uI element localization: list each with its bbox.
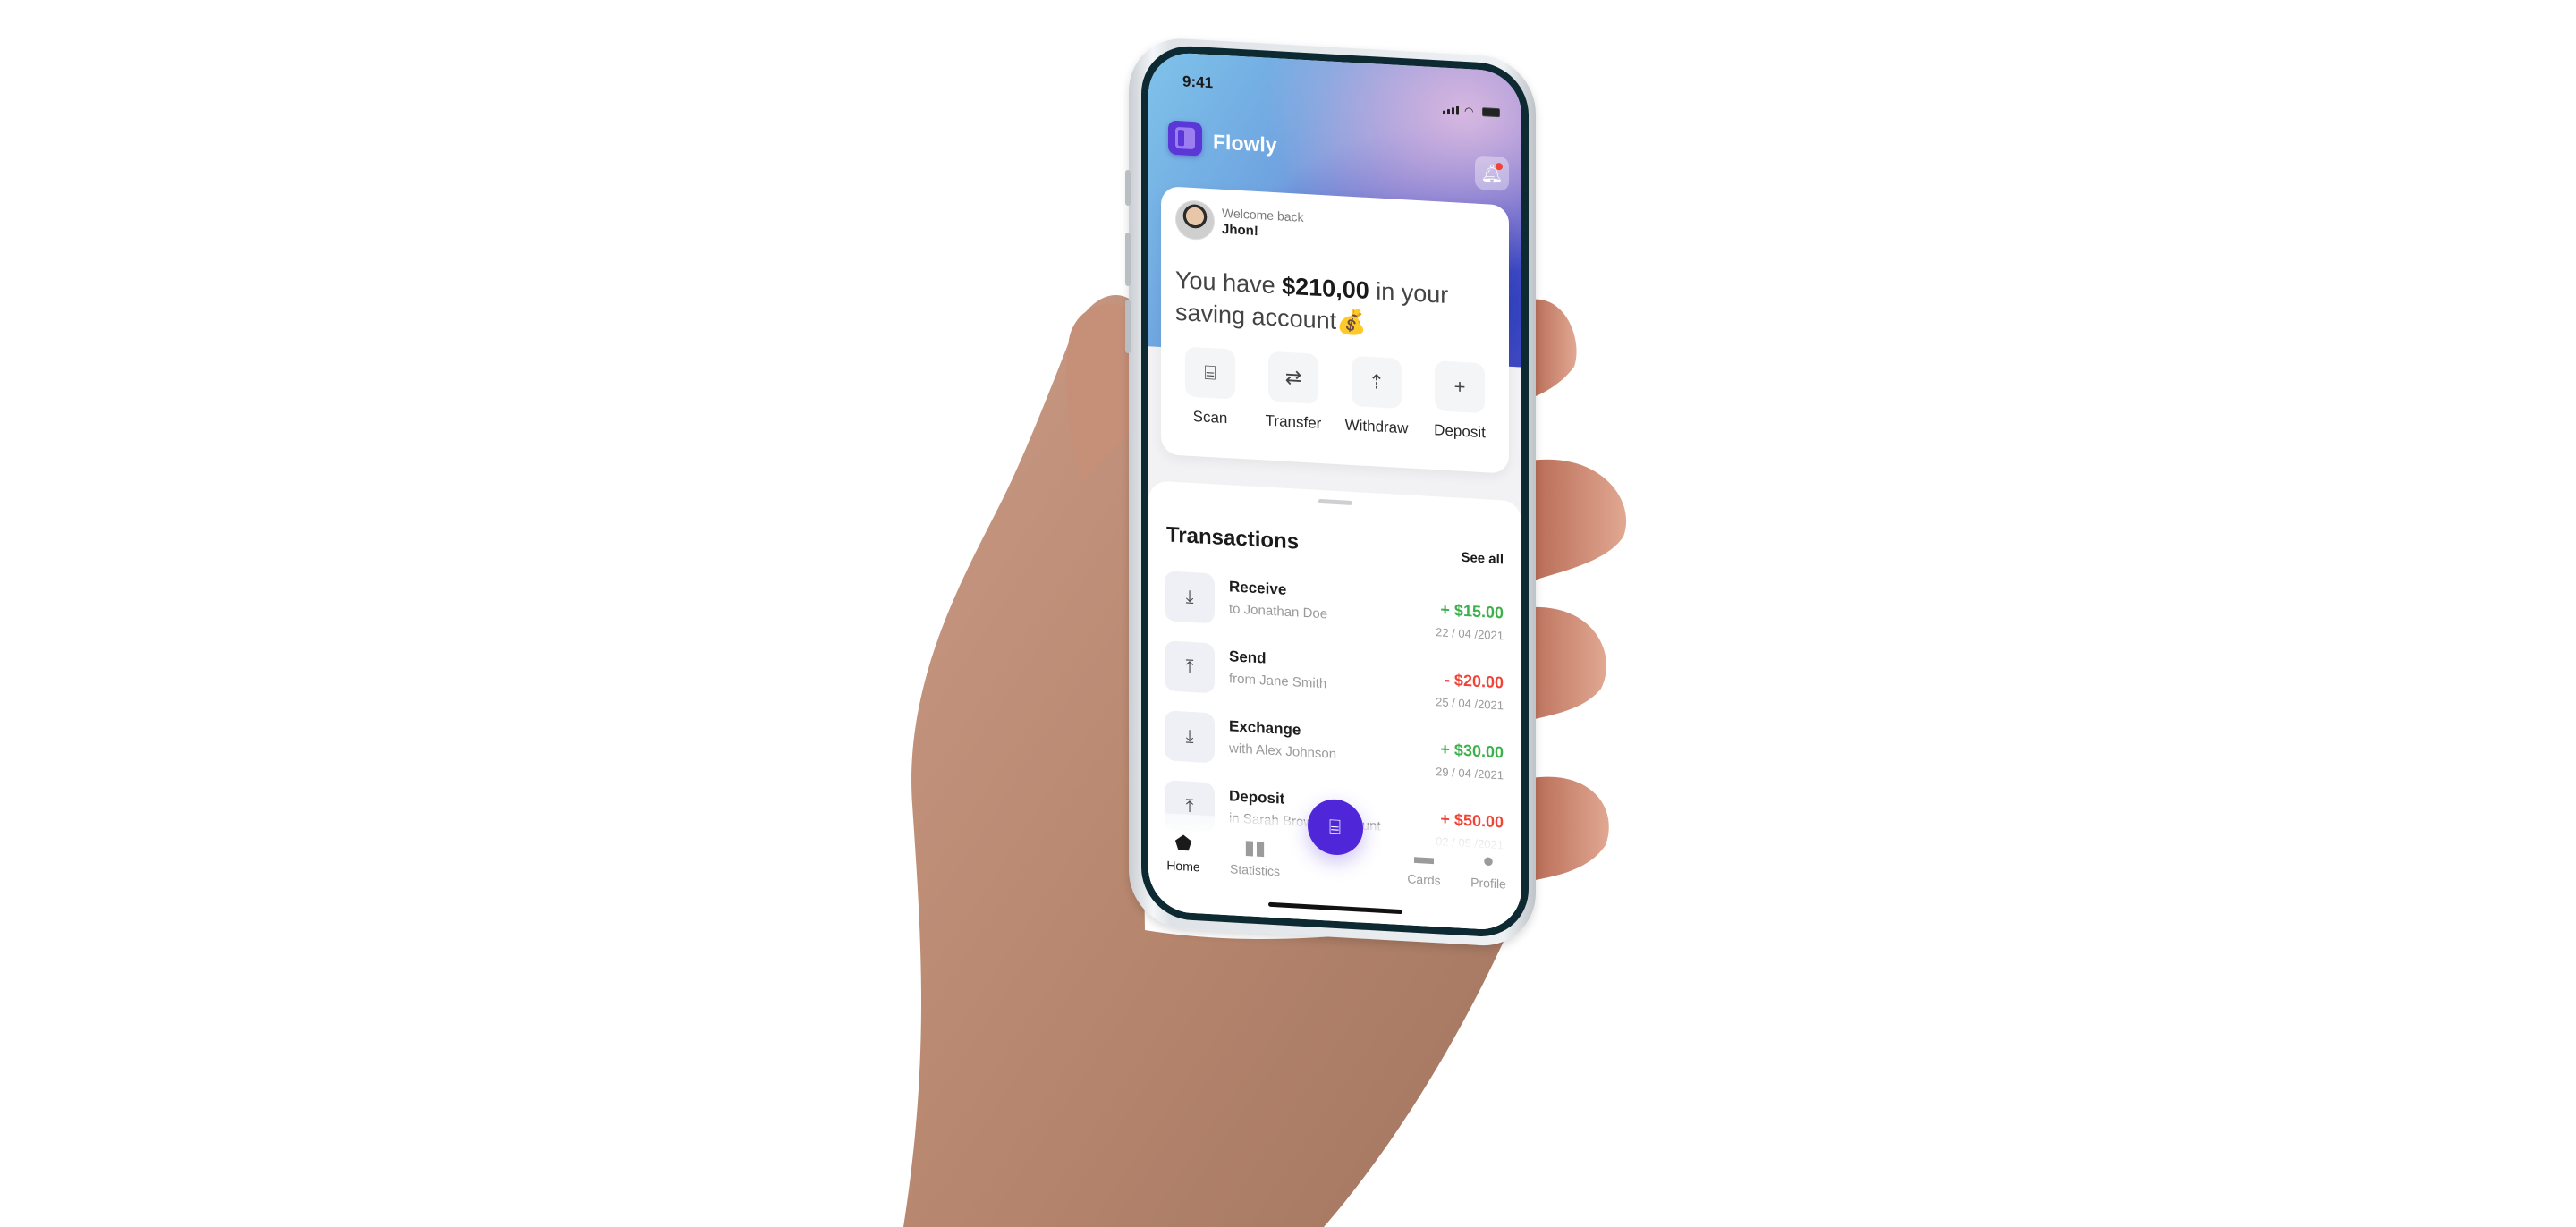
status-icons: ◠	[1443, 104, 1500, 118]
finger-4	[1531, 776, 1609, 881]
side-button-mute	[1125, 169, 1131, 207]
transactions-title: Transactions	[1166, 522, 1300, 554]
quick-actions: ⌸ Scan ⇄ Transfer ⇡ Withdraw + Deposit	[1170, 346, 1500, 444]
transaction-date: 29 / 04 /2021	[1436, 765, 1504, 783]
transaction-date: 22 / 04 /2021	[1436, 625, 1504, 643]
notifications-button[interactable]: 🔔︎	[1475, 155, 1509, 191]
app-screen: 9:41 ◠ Flowly 🔔︎ Welcome back Jhon! You …	[1148, 51, 1521, 932]
tab-label: Statistics	[1229, 861, 1280, 879]
home-icon: ⬟	[1174, 831, 1192, 855]
transaction-amount: + $15.00	[1440, 600, 1504, 622]
balance-summary: You have $210,00 in your saving account💰	[1175, 264, 1495, 346]
transactions-sheet: Transactions See all ⤓ Receive to Jonath…	[1148, 480, 1521, 932]
tab-cards[interactable]: ▬ Cards	[1393, 843, 1455, 888]
signal-icon	[1443, 106, 1459, 115]
send-icon: ⤒	[1165, 640, 1215, 694]
statistics-icon: ▮▮	[1243, 835, 1267, 859]
transaction-party: from Jane Smith	[1229, 671, 1327, 692]
transaction-amount: + $30.00	[1440, 740, 1504, 762]
tab-home[interactable]: ⬟ Home	[1152, 830, 1215, 875]
withdraw-icon: ⇡	[1352, 355, 1402, 410]
transaction-name: Send	[1229, 647, 1267, 667]
transaction-party: to Jonathan Doe	[1229, 601, 1328, 622]
transfer-icon: ⇄	[1268, 351, 1318, 404]
cards-icon: ▬	[1414, 844, 1434, 869]
finger-2	[1531, 459, 1627, 581]
receive-icon: ⤓	[1165, 571, 1215, 624]
tab-label: Profile	[1470, 875, 1506, 892]
exchange-icon: ⤓	[1165, 710, 1215, 764]
balance-amount: $210,00	[1282, 272, 1369, 305]
side-button-volume-down	[1125, 299, 1131, 354]
balance-prefix: You have	[1175, 266, 1283, 300]
finger-1	[1531, 299, 1577, 398]
action-label: Scan	[1192, 408, 1228, 427]
action-label: Transfer	[1265, 411, 1322, 433]
notification-badge	[1496, 162, 1503, 171]
phone-device: 9:41 ◠ Flowly 🔔︎ Welcome back Jhon! You …	[1125, 36, 1536, 949]
transaction-amount: - $20.00	[1444, 670, 1504, 692]
transaction-date: 25 / 04 /2021	[1436, 695, 1504, 713]
tab-statistics[interactable]: ▮▮ Statistics	[1224, 834, 1286, 879]
app-name: Flowly	[1213, 130, 1277, 157]
transaction-name: Exchange	[1229, 717, 1301, 739]
action-scan[interactable]: ⌸ Scan	[1170, 346, 1250, 429]
scan-icon: ⌸	[1185, 346, 1235, 400]
tab-label: Home	[1166, 858, 1200, 875]
action-withdraw[interactable]: ⇡ Withdraw	[1336, 355, 1417, 438]
user-name: Jhon!	[1222, 221, 1258, 240]
profile-icon: ●	[1482, 849, 1495, 872]
scan-icon: ⌸	[1328, 815, 1342, 839]
sheet-grabber[interactable]	[1318, 498, 1352, 505]
transaction-name: Receive	[1229, 578, 1287, 598]
see-all-link[interactable]: See all	[1461, 550, 1504, 568]
side-button-volume-up	[1125, 232, 1131, 287]
transaction-name: Deposit	[1229, 787, 1285, 808]
deposit-icon: +	[1435, 360, 1485, 414]
balance-card: Welcome back Jhon! You have $210,00 in y…	[1161, 186, 1509, 474]
home-indicator	[1267, 901, 1402, 915]
money-bag-icon: 💰	[1336, 307, 1367, 336]
bottom-tab-bar: ⬟ Home ▮▮ Statistics ▬ Cards ● Profile ⌸	[1148, 798, 1521, 932]
tab-profile[interactable]: ● Profile	[1457, 848, 1520, 893]
tab-label: Cards	[1407, 871, 1441, 888]
battery-icon	[1482, 107, 1500, 118]
action-transfer[interactable]: ⇄ Transfer	[1253, 351, 1334, 434]
action-label: Withdraw	[1344, 416, 1409, 437]
status-time: 9:41	[1182, 72, 1214, 92]
avatar[interactable]	[1175, 199, 1215, 241]
app-logo-icon	[1168, 120, 1202, 157]
action-deposit[interactable]: + Deposit	[1419, 360, 1500, 443]
action-label: Deposit	[1434, 421, 1486, 442]
wifi-icon: ◠	[1464, 104, 1474, 118]
transaction-party: with Alex Johnson	[1229, 740, 1337, 762]
